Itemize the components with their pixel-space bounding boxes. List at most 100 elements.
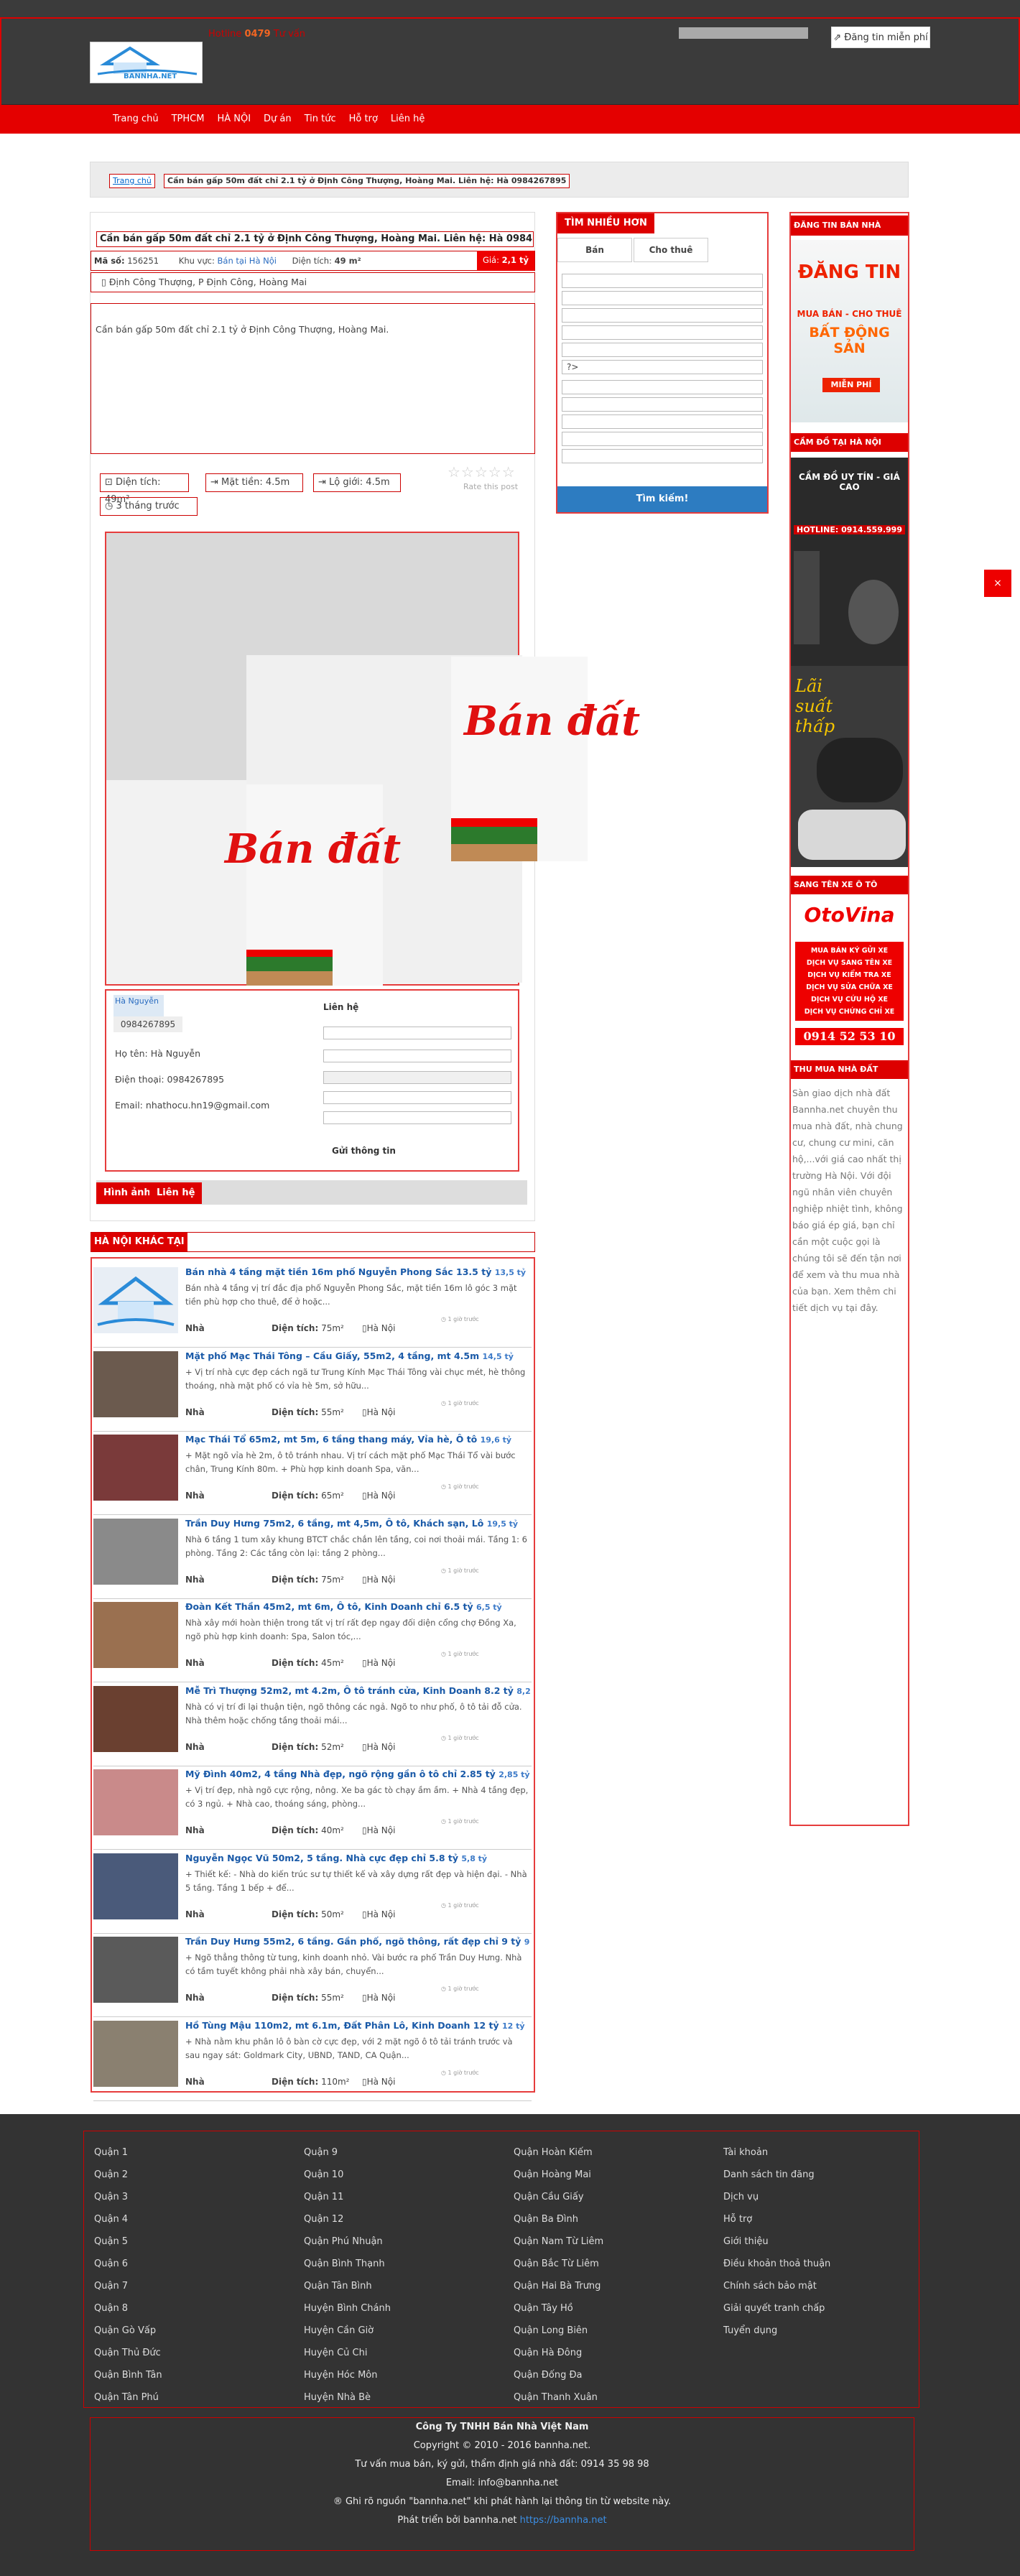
- footer-link[interactable]: Quận 6: [94, 2253, 302, 2275]
- footer-link[interactable]: Quận 9: [304, 2141, 512, 2164]
- header-search-bar[interactable]: [679, 27, 808, 39]
- contact-message-input[interactable]: [323, 1091, 511, 1104]
- nav-home[interactable]: Trang chủ: [106, 105, 165, 134]
- related-thumb[interactable]: [93, 1769, 178, 1835]
- footer-link[interactable]: Quận 1: [94, 2141, 302, 2164]
- search-field-7[interactable]: [562, 380, 763, 394]
- footer-link[interactable]: Huyện Củ Chi: [304, 2342, 512, 2364]
- footer-link[interactable]: Huyện Hóc Môn: [304, 2364, 512, 2386]
- related-item[interactable]: Mỹ Đình 40m2, 4 tầng Nhà đẹp, ngõ rộng g…: [93, 1765, 532, 1850]
- footer-link[interactable]: Quận Bình Thạnh: [304, 2253, 512, 2275]
- footer-link[interactable]: Quận Cầu Giấy: [514, 2186, 722, 2208]
- footer-link[interactable]: Huyện Cần Giờ: [304, 2320, 512, 2342]
- nav-support[interactable]: Hỗ trợ: [343, 105, 384, 134]
- related-thumb[interactable]: [93, 1518, 178, 1585]
- area-link[interactable]: Bán tại Hà Nội: [218, 256, 277, 266]
- footer-link[interactable]: Quận Đống Đa: [514, 2364, 722, 2386]
- related-item[interactable]: Hồ Tùng Mậu 110m2, mt 6.1m, Đất Phân Lô,…: [93, 2016, 532, 2101]
- related-thumb[interactable]: [93, 1685, 178, 1752]
- footer-link[interactable]: Quận Hoàng Mai: [514, 2164, 722, 2186]
- related-thumb[interactable]: [93, 2020, 178, 2087]
- footer-link[interactable]: Quận Long Biên: [514, 2320, 722, 2342]
- search-field-9[interactable]: [562, 414, 763, 429]
- footer-link[interactable]: Tài khoản: [723, 2141, 932, 2164]
- footer-link[interactable]: Quận Tân Bình: [304, 2275, 512, 2297]
- related-item[interactable]: Mặt phố Mạc Thái Tông – Cầu Giấy, 55m2, …: [93, 1347, 532, 1432]
- search-field-1[interactable]: [562, 274, 763, 288]
- related-item[interactable]: Bán nhà 4 tầng mặt tiền 16m phố Nguyễn P…: [93, 1263, 532, 1348]
- contact-phone-input[interactable]: [323, 1050, 511, 1062]
- breadcrumb-home[interactable]: Trang chủ: [109, 174, 155, 188]
- search-field-4[interactable]: [562, 325, 763, 340]
- footer-link[interactable]: Quận 4: [94, 2208, 302, 2230]
- related-title[interactable]: Mỹ Đình 40m2, 4 tầng Nhà đẹp, ngõ rộng g…: [185, 1768, 530, 1781]
- related-title[interactable]: Trần Duy Hưng 55m2, 6 tầng. Gần phố, ngõ…: [185, 1935, 530, 1948]
- footer-link[interactable]: Danh sách tin đăng: [723, 2164, 932, 2186]
- nav-tphcm[interactable]: TPHCM: [165, 105, 211, 134]
- gallery[interactable]: Bán đất Bán đất: [105, 532, 640, 986]
- related-title[interactable]: Trần Duy Hưng 75m2, 6 tầng, mt 4,5m, Ô t…: [185, 1517, 530, 1530]
- related-title[interactable]: Mặt phố Mạc Thái Tông – Cầu Giấy, 55m2, …: [185, 1350, 530, 1363]
- footer-link[interactable]: Quận 5: [94, 2230, 302, 2253]
- footer-link[interactable]: Quận Bình Tân: [94, 2364, 302, 2386]
- contact-email-input[interactable]: [323, 1071, 511, 1084]
- footer-link[interactable]: Quận Hoàn Kiếm: [514, 2141, 722, 2164]
- footer-link[interactable]: Quận Tân Phú: [94, 2386, 302, 2409]
- send-button[interactable]: Gửi thông tin: [332, 1146, 396, 1156]
- contact-name-input[interactable]: [323, 1027, 511, 1039]
- search-field-2[interactable]: [562, 291, 763, 305]
- search-field-10[interactable]: [562, 432, 763, 446]
- search-field-6[interactable]: ?>: [562, 360, 763, 374]
- contact-note-input[interactable]: [323, 1111, 511, 1124]
- related-thumb[interactable]: [93, 1435, 178, 1501]
- footer-link[interactable]: Hỗ trợ: [723, 2208, 932, 2230]
- related-thumb[interactable]: [93, 1350, 178, 1417]
- footer-link[interactable]: Giải quyết tranh chấp: [723, 2297, 932, 2320]
- footer-link[interactable]: Quận 11: [304, 2186, 512, 2208]
- related-title[interactable]: Mễ Trì Thượng 52m2, mt 4.2m, Ô tô tránh …: [185, 1685, 530, 1697]
- footer-link[interactable]: Quận 3: [94, 2186, 302, 2208]
- related-title[interactable]: Nguyễn Ngọc Vũ 50m2, 5 tầng. Nhà cực đẹp…: [185, 1852, 530, 1865]
- footer-link[interactable]: Quận Thanh Xuân: [514, 2386, 722, 2409]
- footer-link[interactable]: Quận 10: [304, 2164, 512, 2186]
- related-item[interactable]: Đoàn Kết Thần 45m2, mt 6m, Ô tô, Kinh Do…: [93, 1598, 532, 1682]
- footer-link[interactable]: Tuyển dụng: [723, 2320, 932, 2342]
- footer-link[interactable]: Quận 12: [304, 2208, 512, 2230]
- nav-projects[interactable]: Dự án: [257, 105, 298, 134]
- footer-link[interactable]: Điều khoản thoả thuận: [723, 2253, 932, 2275]
- related-thumb[interactable]: [93, 1937, 178, 2003]
- footer-link[interactable]: Quận Ba Đình: [514, 2208, 722, 2230]
- footer-link[interactable]: Quận 8: [94, 2297, 302, 2320]
- ad2-banner[interactable]: CẦM ĐỒ UY TÍN - GIÁ CAO HOTLINE: 0914.55…: [791, 458, 908, 666]
- footer-link[interactable]: Huyện Nhà Bè: [304, 2386, 512, 2409]
- tab-contact[interactable]: Liên hệ: [149, 1182, 203, 1204]
- related-item[interactable]: Mễ Trì Thượng 52m2, mt 4.2m, Ô tô tránh …: [93, 1682, 532, 1766]
- tab-rent[interactable]: Cho thuê: [634, 238, 708, 262]
- nav-contact[interactable]: Liên hệ: [384, 105, 431, 134]
- site-logo[interactable]: BANNHA.NET: [90, 42, 203, 83]
- rating-stars[interactable]: ☆☆☆☆☆: [448, 463, 516, 481]
- gallery-photo[interactable]: Bán đất: [451, 657, 640, 861]
- footer-link[interactable]: Quận Bắc Từ Liêm: [514, 2253, 722, 2275]
- related-thumb[interactable]: [93, 1853, 178, 1919]
- search-field-8[interactable]: [562, 397, 763, 412]
- related-title[interactable]: Hồ Tùng Mậu 110m2, mt 6.1m, Đất Phân Lô,…: [185, 2019, 530, 2032]
- footer-link[interactable]: Quận Hà Đông: [514, 2342, 722, 2364]
- tab-images[interactable]: Hình ảnh: [96, 1182, 158, 1204]
- footer-link[interactable]: Quận Tây Hồ: [514, 2297, 722, 2320]
- post-free-button[interactable]: ⇗ Đăng tin miễn phí: [831, 27, 930, 48]
- footer-link[interactable]: Quận Nam Từ Liêm: [514, 2230, 722, 2253]
- footer-link[interactable]: Giới thiệu: [723, 2230, 932, 2253]
- nav-hanoi[interactable]: HÀ NỘI: [210, 105, 257, 134]
- footer-link[interactable]: Quận 7: [94, 2275, 302, 2297]
- related-thumb[interactable]: [93, 1602, 178, 1668]
- footer-link[interactable]: Dịch vụ: [723, 2186, 932, 2208]
- related-thumb[interactable]: [93, 1267, 178, 1333]
- related-title[interactable]: Mạc Thái Tổ 65m2, mt 5m, 6 tầng thang má…: [185, 1433, 530, 1446]
- ad2-banner-2[interactable]: Lãi suất thấp: [791, 666, 908, 867]
- related-item[interactable]: Trần Duy Hưng 55m2, 6 tầng. Gần phố, ngõ…: [93, 1932, 532, 2017]
- footer-link[interactable]: Quận Thủ Đức: [94, 2342, 302, 2364]
- related-item[interactable]: Mạc Thái Tổ 65m2, mt 5m, 6 tầng thang má…: [93, 1430, 532, 1515]
- gallery-photo-2[interactable]: Bán đất: [225, 784, 401, 986]
- footer-link[interactable]: Quận Phú Nhuận: [304, 2230, 512, 2253]
